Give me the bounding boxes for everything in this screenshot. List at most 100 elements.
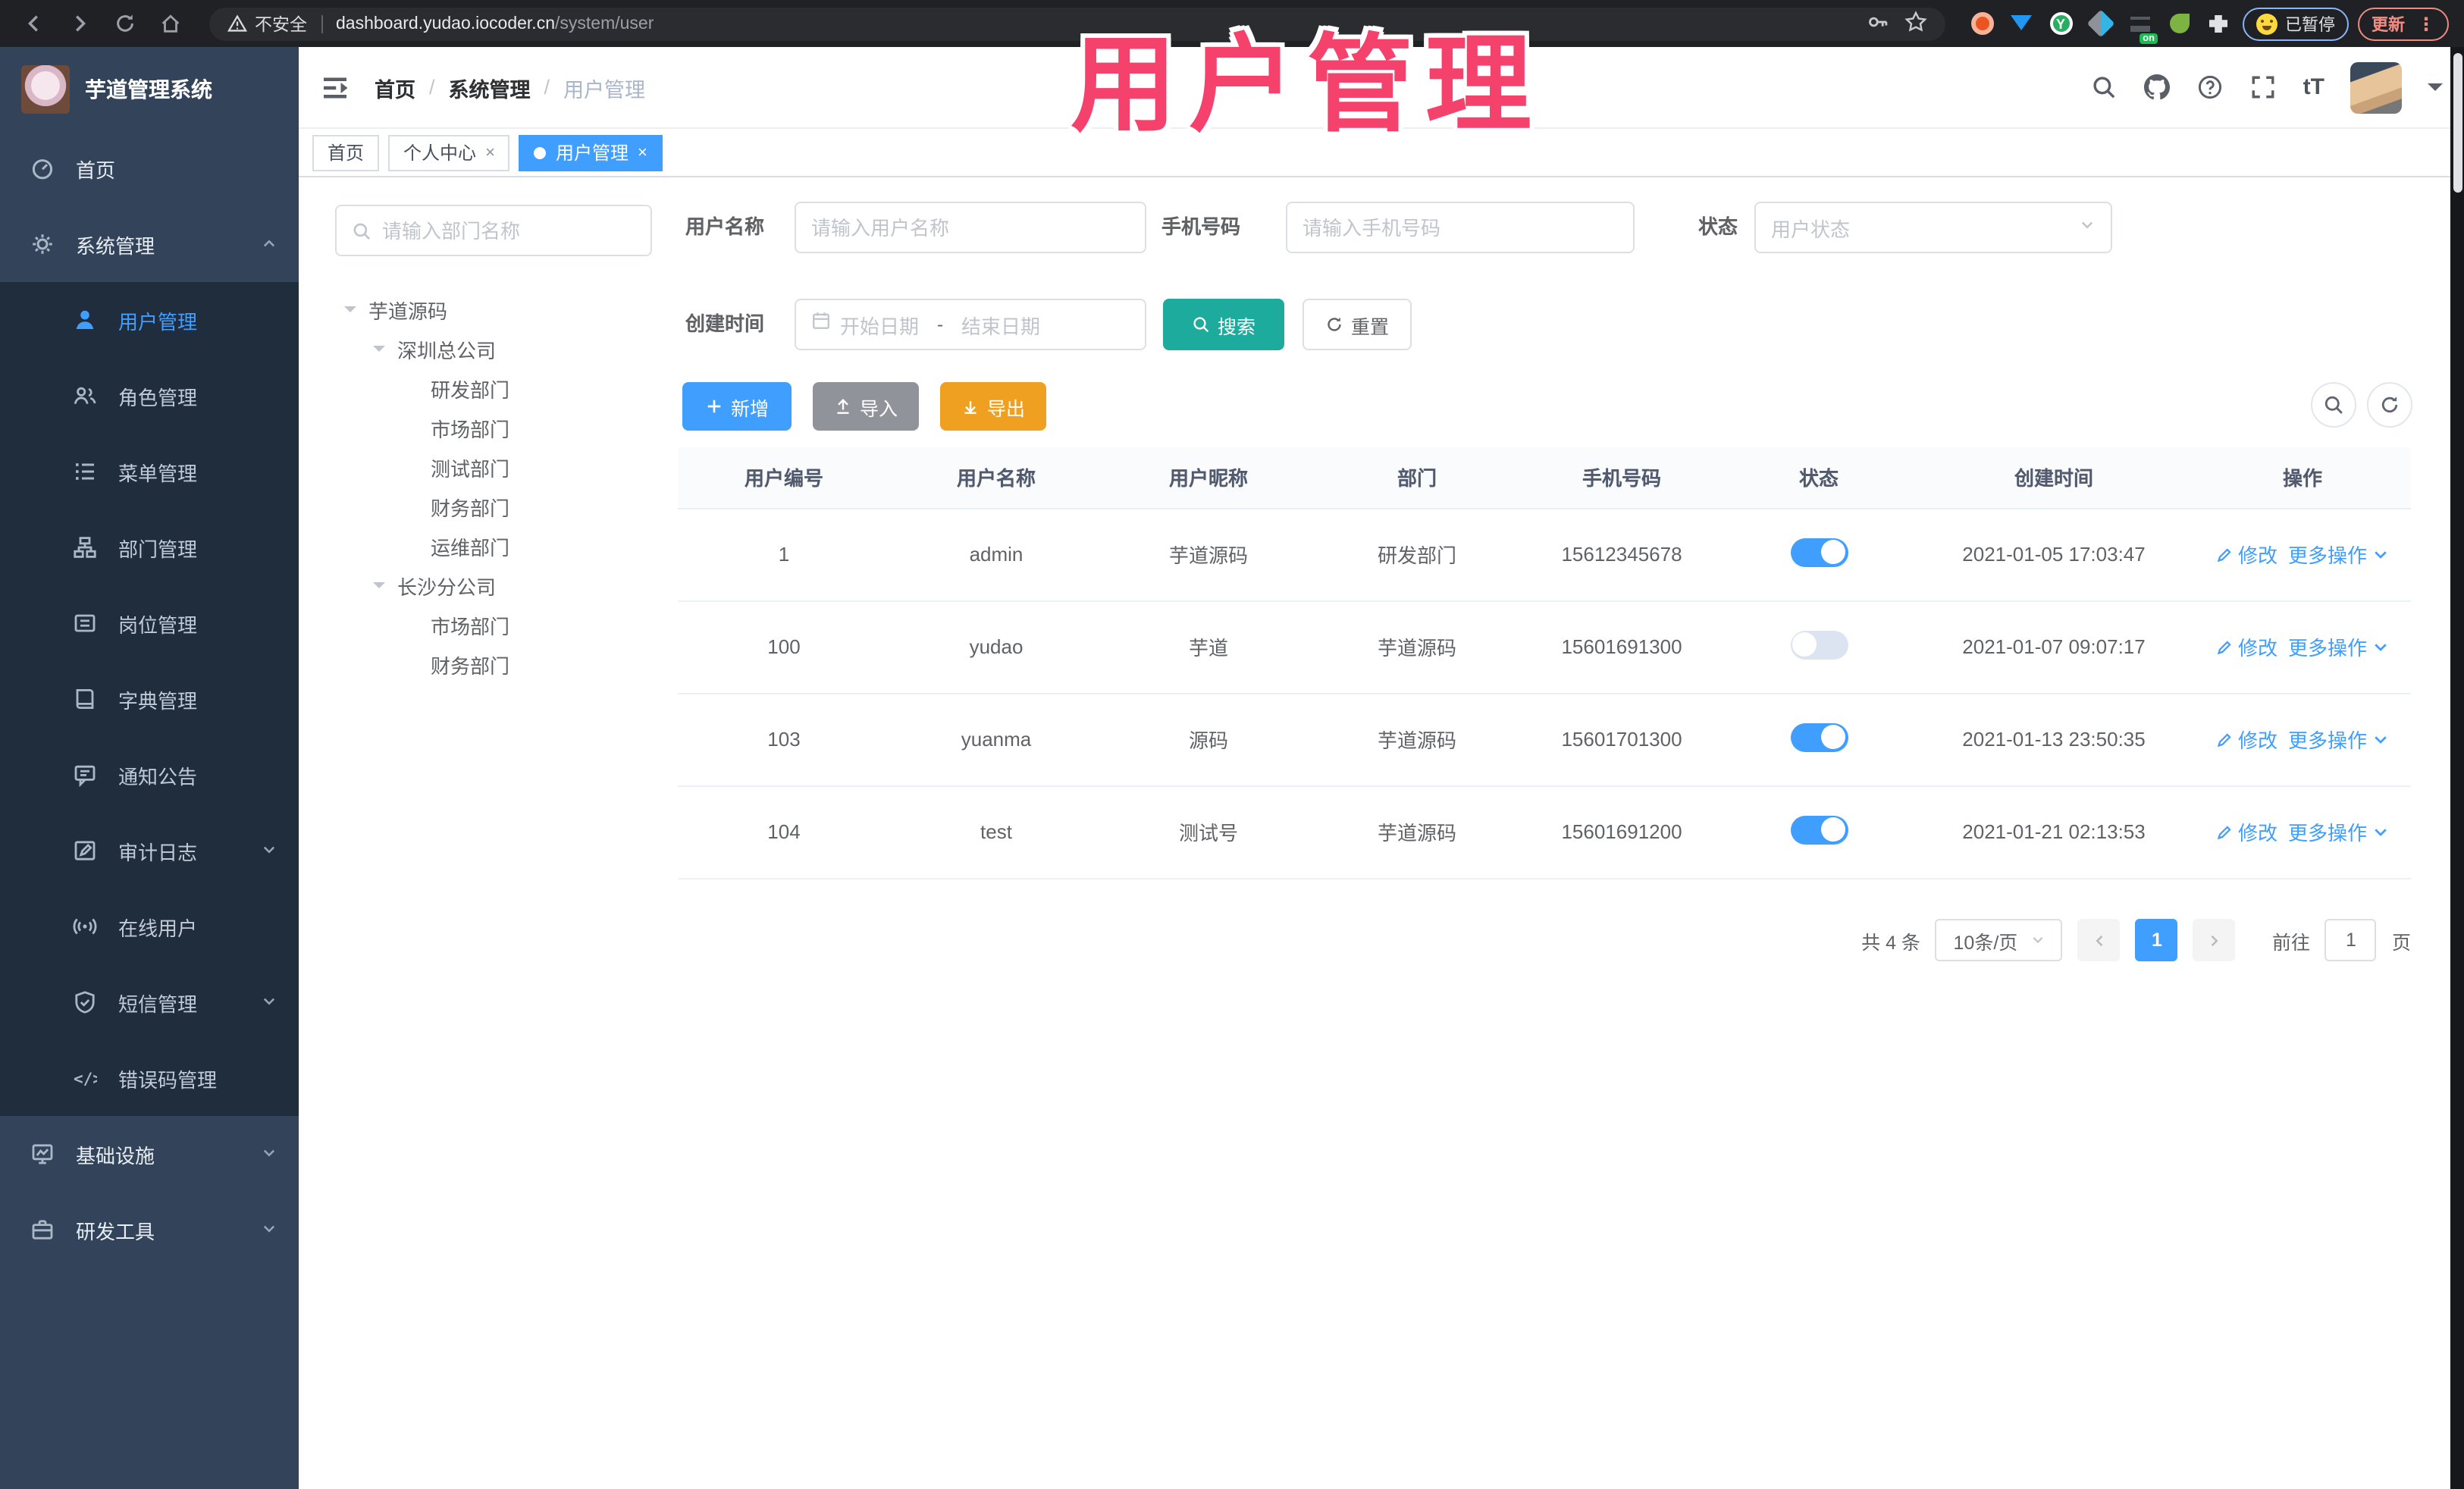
username-input[interactable] (811, 216, 1130, 239)
fullscreen-icon[interactable] (2250, 74, 2277, 101)
status-select[interactable]: 用户状态 (1754, 202, 2112, 253)
sidebar-item-dept-mgmt[interactable]: 部门管理 (0, 509, 299, 585)
browser-forward-icon[interactable] (61, 5, 97, 42)
sidebar-item-notice[interactable]: 通知公告 (0, 737, 299, 813)
browser-back-icon[interactable] (15, 5, 52, 42)
security-indicator[interactable]: 不安全 (227, 11, 307, 36)
edit-link[interactable]: 修改 (2215, 725, 2277, 754)
import-button[interactable]: 导入 (813, 382, 919, 431)
extension-icon-green-v[interactable]: Y (2045, 8, 2076, 39)
status-toggle[interactable] (1790, 630, 1848, 659)
key-icon[interactable] (1867, 10, 1889, 37)
tree-node[interactable]: 财务部门 (299, 487, 663, 526)
next-page-button[interactable] (2193, 919, 2236, 961)
dept-search-input[interactable] (382, 219, 635, 242)
scrollbar-thumb[interactable] (2453, 53, 2462, 193)
sidebar-item-post-mgmt[interactable]: 岗位管理 (0, 585, 299, 661)
chrome-update-button[interactable]: 更新 ⋮ (2358, 7, 2449, 40)
sidebar-item-home[interactable]: 首页 (0, 130, 299, 206)
sidebar-fold-icon[interactable] (320, 72, 350, 102)
sidebar-item-devtools[interactable]: 研发工具 (0, 1192, 299, 1268)
tree-node[interactable]: 深圳总公司 (299, 329, 663, 368)
more-actions-link[interactable]: 更多操作 (2288, 725, 2390, 754)
tree-node[interactable]: 芋道源码 (299, 290, 663, 329)
search-button[interactable]: 搜索 (1163, 299, 1284, 350)
browser-home-icon[interactable] (152, 5, 188, 42)
more-actions-link[interactable]: 更多操作 (2288, 540, 2390, 569)
edit-link[interactable]: 修改 (2215, 817, 2277, 846)
date-range-picker[interactable]: 开始日期 - 结束日期 (795, 299, 1146, 350)
gear-icon (30, 232, 55, 256)
tree-node[interactable]: 测试部门 (299, 447, 663, 487)
browser-reload-icon[interactable] (106, 5, 143, 42)
dashboard-icon (30, 156, 55, 180)
breadcrumb-system[interactable]: 系统管理 (449, 72, 531, 102)
status-toggle[interactable] (1790, 538, 1848, 566)
extensions-puzzle-icon[interactable] (2203, 8, 2234, 39)
chevron-down-icon (2374, 550, 2387, 558)
sidebar-item-role-mgmt[interactable]: 角色管理 (0, 358, 299, 434)
extension-icon-on-badge[interactable]: on (2124, 8, 2158, 43)
tree-expand-icon[interactable] (373, 346, 385, 358)
export-button[interactable]: 导出 (940, 382, 1046, 431)
page-size-select[interactable]: 10条/页 (1935, 919, 2063, 961)
post-icon (73, 611, 97, 635)
sidebar-item-dict-mgmt[interactable]: 字典管理 (0, 661, 299, 737)
tree-node[interactable]: 长沙分公司 (299, 566, 663, 605)
tree-expand-icon[interactable] (344, 306, 356, 318)
profile-paused-badge[interactable]: 已暂停 (2243, 7, 2349, 40)
sidebar-item-sms-mgmt[interactable]: 短信管理 (0, 964, 299, 1040)
status-toggle[interactable] (1790, 723, 1848, 751)
bookmark-star-icon[interactable] (1904, 10, 1927, 37)
sidebar-item-infrastructure[interactable]: 基础设施 (0, 1116, 299, 1192)
sidebar-item-system[interactable]: 系统管理 (0, 206, 299, 282)
infra-icon (30, 1142, 55, 1166)
mobile-input[interactable] (1303, 216, 1618, 239)
user-avatar[interactable] (2350, 61, 2402, 113)
sidebar-item-user-mgmt[interactable]: 用户管理 (0, 282, 299, 358)
github-icon[interactable] (2144, 74, 2171, 101)
goto-page-input[interactable] (2324, 919, 2377, 961)
reset-button[interactable]: 重置 (1303, 299, 1412, 350)
sidebar-item-error-code[interactable]: 错误码管理 (0, 1040, 299, 1116)
app-logo-row[interactable]: 芋道管理系统 (0, 47, 299, 130)
tree-expand-icon[interactable] (373, 582, 385, 594)
breadcrumb-home[interactable]: 首页 (375, 72, 415, 102)
sidebar-submenu-system: 用户管理 角色管理 菜单管理 部门管理 岗位管理 字典管理 通知公告 审计日志 … (0, 282, 299, 1116)
window-scrollbar[interactable] (2450, 47, 2464, 1489)
prev-page-button[interactable] (2077, 919, 2121, 961)
tree-node[interactable]: 运维部门 (299, 526, 663, 566)
header-search-icon[interactable] (2091, 74, 2118, 101)
avatar-caret-icon[interactable] (2428, 83, 2443, 99)
tree-node[interactable]: 研发部门 (299, 368, 663, 408)
dept-tree: 芋道源码 深圳总公司 研发部门 市场部门 测试部门 财务部门 运维部门 长沙分公… (299, 290, 663, 684)
tab-user-mgmt[interactable]: 用户管理 × (519, 134, 663, 171)
status-toggle[interactable] (1790, 815, 1848, 844)
font-size-icon[interactable]: tT (2303, 74, 2324, 100)
browser-menu-kebab-icon[interactable]: ⋮ (2417, 13, 2435, 34)
close-icon[interactable]: × (638, 143, 647, 161)
tree-node[interactable]: 财务部门 (299, 644, 663, 684)
add-button[interactable]: 新增 (682, 382, 792, 431)
help-icon[interactable] (2197, 74, 2224, 101)
edit-link[interactable]: 修改 (2215, 632, 2277, 661)
tree-node[interactable]: 市场部门 (299, 605, 663, 644)
table-search-toggle-button[interactable] (2311, 382, 2356, 428)
extension-icon-orange[interactable] (1967, 8, 1997, 39)
tab-profile[interactable]: 个人中心 × (388, 134, 510, 171)
sidebar-item-online-users[interactable]: 在线用户 (0, 889, 299, 964)
sidebar-item-audit-log[interactable]: 审计日志 (0, 813, 299, 889)
table-refresh-button[interactable] (2367, 382, 2412, 428)
page-number-button[interactable]: 1 (2135, 919, 2178, 961)
close-icon[interactable]: × (485, 143, 495, 161)
extension-icon-leaf[interactable] (2164, 8, 2194, 39)
tab-home[interactable]: 首页 (312, 134, 380, 171)
tree-node[interactable]: 市场部门 (299, 408, 663, 447)
sidebar-item-menu-mgmt[interactable]: 菜单管理 (0, 434, 299, 509)
annotation-overlay-title: 用户管理 (1071, 26, 1544, 144)
extension-icon-gem[interactable] (2006, 8, 2036, 39)
more-actions-link[interactable]: 更多操作 (2288, 817, 2390, 846)
extension-icon-diamonds[interactable] (2085, 8, 2115, 39)
more-actions-link[interactable]: 更多操作 (2288, 632, 2390, 661)
edit-link[interactable]: 修改 (2215, 540, 2277, 569)
